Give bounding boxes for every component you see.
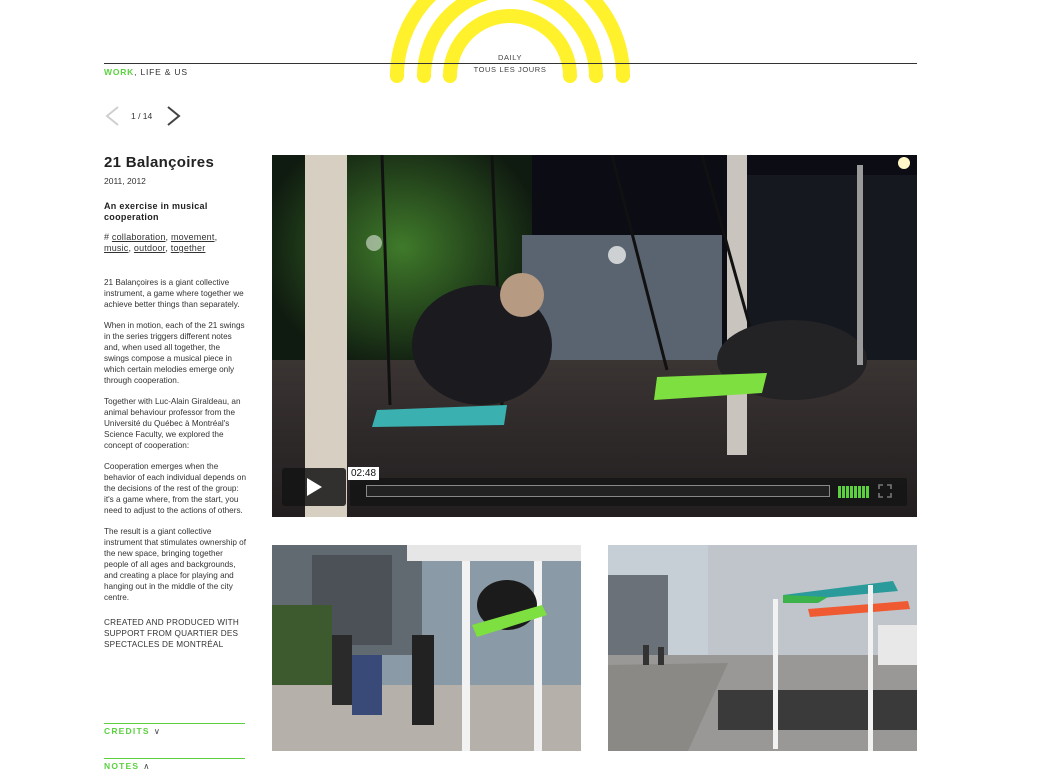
chevron-left-icon[interactable] — [104, 104, 120, 128]
main-nav: WORK, LIFE & US — [104, 67, 188, 77]
fullscreen-icon[interactable] — [878, 484, 892, 498]
tag-link[interactable]: movement — [171, 232, 215, 242]
project-photo-2[interactable] — [608, 545, 917, 751]
project-photo-1[interactable] — [272, 545, 581, 751]
brand-name-line1: DAILY — [497, 53, 523, 62]
description-paragraph: Together with Luc-Alain Giraldeau, an an… — [104, 397, 241, 450]
notes-label: NOTES — [104, 761, 140, 771]
video-control-bar — [350, 478, 907, 506]
nav-work-link[interactable]: WORK — [104, 67, 134, 77]
project-description: 21 Balançoires is a giant collective ins… — [104, 277, 247, 660]
video-player[interactable] — [272, 155, 917, 517]
project-years: 2011, 2012 — [104, 176, 146, 186]
chevron-up-icon: ∧ — [143, 761, 151, 771]
credits-label: CREDITS — [104, 726, 150, 736]
video-time: 02:48 — [348, 467, 380, 480]
tag-link[interactable]: together — [171, 243, 206, 253]
project-subtitle: An exercise in musical cooperation — [104, 201, 208, 222]
brand-name-line2: TOUS LES JOURS — [473, 65, 547, 74]
support-credit: Created and produced with support from Q… — [104, 618, 239, 649]
tag-link[interactable]: collaboration — [112, 232, 166, 242]
play-button[interactable] — [282, 468, 346, 506]
credits-toggle[interactable]: CREDITS ∨ — [104, 723, 245, 737]
tag-link[interactable]: music — [104, 243, 129, 253]
nav-life-us-link[interactable]: , LIFE & US — [134, 67, 188, 77]
description-paragraph: When in motion, each of the 21 swings in… — [104, 321, 245, 385]
pager-count: 1 / 14 — [131, 111, 153, 121]
play-icon — [307, 478, 322, 496]
description-paragraph: The result is a giant collective instrum… — [104, 527, 246, 602]
chevron-right-icon[interactable] — [166, 104, 182, 128]
header-divider — [104, 63, 917, 64]
project-sidebar: 21 Balançoires 2011, 2012 An exercise in… — [104, 154, 247, 254]
description-paragraph: 21 Balançoires is a giant collective ins… — [104, 278, 244, 309]
tags-prefix: # — [104, 232, 112, 242]
notes-toggle[interactable]: NOTES ∧ — [104, 758, 245, 772]
project-tags: # collaboration, movement, music, outdoo… — [104, 232, 218, 253]
volume-bars-icon[interactable] — [838, 485, 874, 498]
progress-bar[interactable] — [366, 485, 830, 497]
description-paragraph: Cooperation emerges when the behavior of… — [104, 462, 247, 515]
project-title: 21 Balançoires — [104, 154, 215, 171]
tag-link[interactable]: outdoor — [134, 243, 165, 253]
chevron-down-icon: ∨ — [153, 726, 162, 736]
